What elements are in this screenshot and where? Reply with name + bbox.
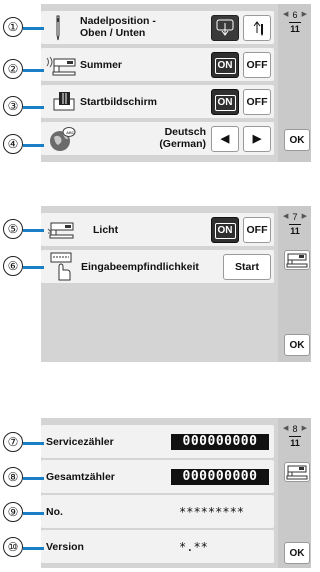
version-value: *.** bbox=[179, 540, 208, 554]
row-input-sensitivity: Eingabeempfindlichkeit Start bbox=[41, 250, 274, 283]
callout-1: ① bbox=[3, 17, 23, 37]
language-label: Deutsch (German) bbox=[159, 126, 206, 150]
start-screen-on-button[interactable]: ON bbox=[211, 89, 239, 115]
page-next-arrow-icon[interactable]: ▶ bbox=[302, 212, 307, 220]
callout-leader-7 bbox=[23, 442, 44, 445]
page-total: 11 bbox=[290, 24, 300, 34]
light-machine-icon bbox=[47, 221, 75, 244]
page-indicator[interactable]: ◀ 6 ▶ 11 bbox=[283, 10, 307, 36]
callout-leader-9 bbox=[23, 512, 44, 515]
light-label: Licht bbox=[93, 224, 119, 236]
row-total-counter: Gesamtzähler 000000000 bbox=[41, 460, 274, 493]
callout-5: ⑤ bbox=[3, 219, 23, 239]
language-next-button[interactable]: ▶ bbox=[243, 126, 271, 152]
callout-3: ③ bbox=[3, 96, 23, 116]
settings-screen-page-7: Licht ON OFF Eingabeempfindlichkeit Star… bbox=[41, 206, 311, 362]
page-total: 11 bbox=[290, 226, 300, 236]
settings-screen-page-6: Nadelposition - Oben / Unten Summer ON O… bbox=[41, 4, 311, 162]
service-counter-value: 000000000 bbox=[171, 434, 269, 450]
page-total: 11 bbox=[290, 438, 300, 448]
row-version: Version *.** bbox=[41, 530, 274, 563]
version-label: Version bbox=[46, 541, 84, 553]
light-off-button[interactable]: OFF bbox=[243, 217, 271, 243]
input-sensitivity-label: Eingabeempfindlichkeit bbox=[81, 261, 199, 273]
needle-down-button[interactable] bbox=[211, 15, 239, 41]
needle-up-button[interactable] bbox=[243, 15, 271, 41]
callout-leader-2 bbox=[23, 69, 44, 72]
ok-button[interactable]: OK bbox=[284, 542, 310, 564]
total-counter-value: 000000000 bbox=[171, 469, 269, 485]
ok-button[interactable]: OK bbox=[284, 334, 310, 356]
callout-leader-8 bbox=[23, 477, 44, 480]
row-start-screen: Startbildschirm ON OFF bbox=[41, 85, 274, 118]
buzzer-machine-icon bbox=[45, 54, 77, 81]
page-indicator[interactable]: ◀ 8 ▶ 11 bbox=[283, 424, 307, 450]
row-needle-position: Nadelposition - Oben / Unten bbox=[41, 11, 274, 44]
page-next-arrow-icon[interactable]: ▶ bbox=[302, 10, 307, 18]
buzzer-on-button[interactable]: ON bbox=[211, 52, 239, 78]
callout-leader-6 bbox=[23, 266, 44, 269]
ok-button[interactable]: OK bbox=[284, 129, 310, 151]
start-screen-off-button[interactable]: OFF bbox=[243, 89, 271, 115]
sewing-machine-icon bbox=[286, 253, 308, 268]
touch-sensitivity-icon bbox=[49, 252, 75, 287]
row-serial-number: No. ********* bbox=[41, 495, 274, 528]
row-service-counter: Servicezähler 000000000 bbox=[41, 425, 274, 458]
row-buzzer: Summer ON OFF bbox=[41, 48, 274, 81]
start-screen-icon bbox=[53, 91, 75, 116]
callout-8: ⑧ bbox=[3, 467, 23, 487]
callout-6: ⑥ bbox=[3, 256, 23, 276]
sensitivity-start-button[interactable]: Start bbox=[223, 254, 271, 280]
row-language: ABC Deutsch (German) ◀ ▶ bbox=[41, 122, 274, 155]
serial-number-value: ********* bbox=[179, 505, 245, 519]
callout-leader-3 bbox=[23, 106, 44, 109]
light-on-button[interactable]: ON bbox=[211, 217, 239, 243]
needle-icon bbox=[53, 15, 63, 46]
machine-settings-button[interactable] bbox=[284, 250, 310, 270]
callout-leader-1 bbox=[23, 27, 44, 30]
language-prev-button[interactable]: ◀ bbox=[211, 126, 239, 152]
callout-4: ④ bbox=[3, 134, 23, 154]
buzzer-off-button[interactable]: OFF bbox=[243, 52, 271, 78]
globe-icon: ABC bbox=[49, 125, 77, 158]
callout-9: ⑨ bbox=[3, 502, 23, 522]
machine-settings-button[interactable] bbox=[284, 462, 310, 482]
row-light: Licht ON OFF bbox=[41, 213, 274, 246]
callout-leader-4 bbox=[23, 144, 44, 147]
callout-leader-5 bbox=[23, 229, 44, 232]
total-counter-label: Gesamtzähler bbox=[46, 471, 115, 483]
sewing-machine-icon bbox=[286, 465, 308, 480]
buzzer-label: Summer bbox=[80, 59, 123, 71]
page-indicator[interactable]: ◀ 7 ▶ 11 bbox=[283, 212, 307, 238]
needle-position-label: Nadelposition - Oben / Unten bbox=[80, 15, 156, 39]
callout-10: ⑩ bbox=[3, 537, 23, 557]
callout-leader-10 bbox=[23, 547, 44, 550]
callout-2: ② bbox=[3, 59, 23, 79]
service-counter-label: Servicezähler bbox=[46, 436, 114, 448]
callout-7: ⑦ bbox=[3, 432, 23, 452]
settings-screen-page-8: Servicezähler 000000000 Gesamtzähler 000… bbox=[41, 418, 311, 568]
svg-text:ABC: ABC bbox=[66, 130, 74, 135]
start-screen-label: Startbildschirm bbox=[80, 96, 158, 108]
page-next-arrow-icon[interactable]: ▶ bbox=[302, 424, 307, 432]
serial-number-label: No. bbox=[46, 506, 63, 518]
